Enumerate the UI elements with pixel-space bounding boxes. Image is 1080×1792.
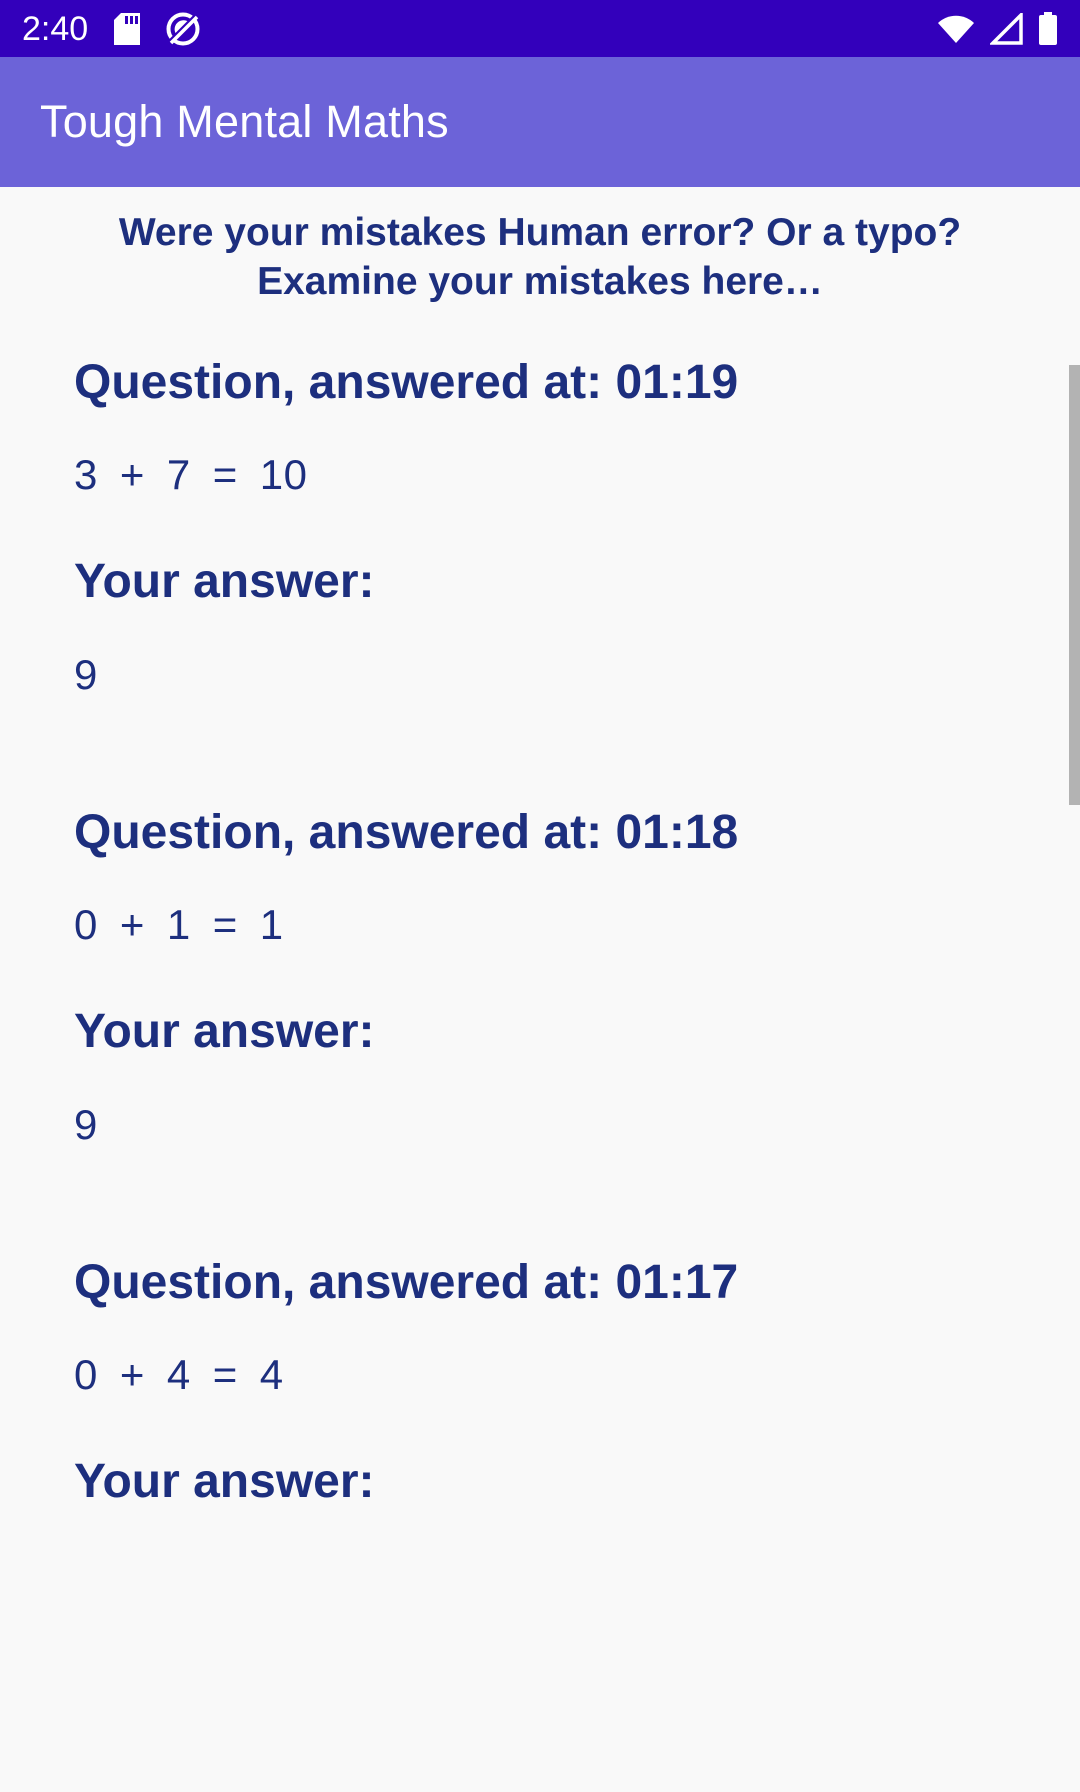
your-answer-label: Your answer: bbox=[74, 1454, 375, 1508]
question-equation: 3 +7 = 10 bbox=[74, 450, 1080, 498]
equals-sign: = bbox=[212, 900, 238, 948]
scrollbar-track[interactable] bbox=[1069, 365, 1080, 1792]
question-review-item: Question, answered at: 01:18 0 +1 = 1 Your … bbox=[0, 805, 1080, 1148]
status-bar-right bbox=[936, 11, 1058, 46]
operand-left: 0 bbox=[74, 1350, 98, 1398]
item-separator bbox=[0, 696, 1080, 809]
status-bar-left: 2:40 bbox=[22, 12, 200, 46]
result-value: 1 bbox=[259, 900, 284, 948]
your-answer-value: 9 bbox=[74, 650, 98, 698]
scrollbar-thumb[interactable] bbox=[1069, 365, 1080, 805]
your-answer-label: Your answer: bbox=[74, 554, 375, 608]
operand-left: 0 bbox=[74, 900, 98, 948]
mistakes-scroll-list[interactable]: Question, answered at: 01:19 3 +7 = 10 Your… bbox=[0, 355, 1080, 1508]
prompt-heading: Were your mistakes Human error? Or a typ… bbox=[0, 187, 1080, 307]
your-answer-label: Your answer: bbox=[74, 1004, 375, 1058]
operand-right: 1 bbox=[166, 900, 191, 948]
app-title: Tough Mental Maths bbox=[40, 96, 449, 147]
sd-card-icon bbox=[114, 12, 141, 45]
prompt-line-2: Examine your mistakes here… bbox=[257, 259, 823, 303]
item-separator bbox=[0, 1146, 1080, 1259]
operand-right: 4 bbox=[166, 1350, 191, 1398]
wifi-icon bbox=[936, 13, 976, 45]
operator: + bbox=[119, 1350, 145, 1398]
result-value: 10 bbox=[259, 450, 308, 498]
operator: + bbox=[119, 450, 145, 498]
result-value: 4 bbox=[259, 1350, 284, 1398]
main-content: Were your mistakes Human error? Or a typ… bbox=[0, 187, 1080, 1792]
question-review-item: Question, answered at: 01:19 3 +7 = 10 Your… bbox=[0, 355, 1080, 698]
question-title: Question, answered at: 01:17 bbox=[74, 1255, 739, 1309]
your-answer-value: 9 bbox=[74, 1100, 98, 1148]
equals-sign: = bbox=[212, 450, 238, 498]
question-equation: 0 +4 = 4 bbox=[74, 1350, 1080, 1398]
operand-right: 7 bbox=[166, 450, 191, 498]
operand-left: 3 bbox=[74, 450, 98, 498]
do-not-disturb-icon bbox=[166, 12, 200, 46]
status-bar: 2:40 bbox=[0, 0, 1080, 57]
equals-sign: = bbox=[212, 1350, 238, 1398]
status-clock: 2:40 bbox=[22, 9, 89, 48]
cellular-signal-icon bbox=[990, 12, 1024, 45]
question-title: Question, answered at: 01:19 bbox=[74, 355, 739, 409]
battery-icon bbox=[1038, 11, 1058, 46]
question-review-item: Question, answered at: 01:17 0 +4 = 4 Your … bbox=[0, 1255, 1080, 1508]
question-equation: 0 +1 = 1 bbox=[74, 900, 1080, 948]
prompt-line-1: Were your mistakes Human error? Or a typ… bbox=[118, 211, 962, 254]
app-screen: 2:40 Tough Mental Maths Were your mistak… bbox=[0, 0, 1080, 1792]
question-title: Question, answered at: 01:18 bbox=[74, 805, 739, 859]
app-bar: Tough Mental Maths bbox=[0, 57, 1080, 187]
operator: + bbox=[119, 900, 145, 948]
